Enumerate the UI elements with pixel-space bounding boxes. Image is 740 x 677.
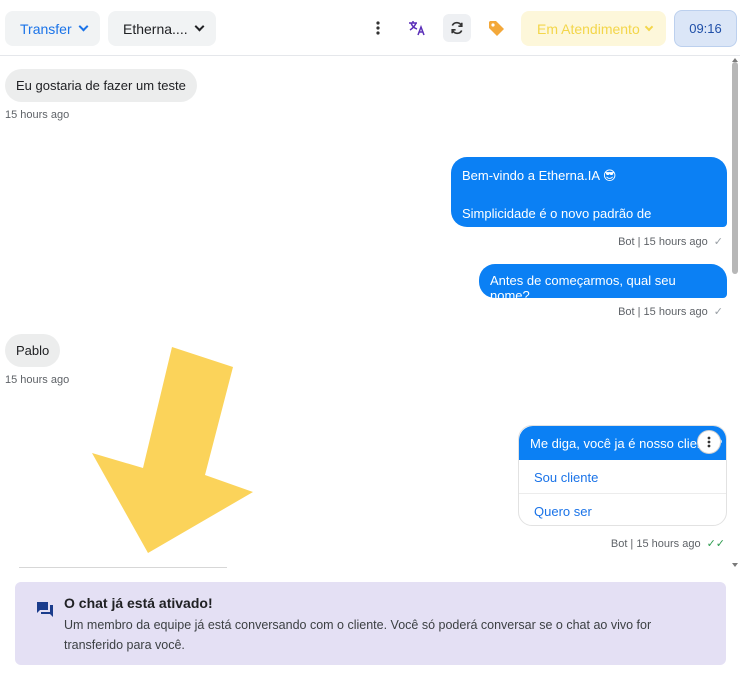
notice-body: Um membro da equipe já está conversando … bbox=[64, 618, 652, 652]
more-vert-icon[interactable] bbox=[697, 430, 721, 454]
timer-button[interactable]: 09:16 bbox=[674, 10, 737, 47]
message-outgoing: Bem-vindo a Etherna.IA 😎 Simplicidade é … bbox=[451, 157, 727, 240]
message-text: Antes de começarmos, qual seu nome? bbox=[490, 273, 676, 303]
channel-label: Etherna.... bbox=[123, 20, 188, 37]
divider bbox=[19, 567, 227, 568]
notice-title: O chat já está ativado! bbox=[64, 595, 213, 611]
message-meta: Bot | 15 hours ago ✓ bbox=[618, 305, 723, 319]
chat-active-notice: O chat já está ativado! Um membro da equ… bbox=[15, 582, 726, 665]
message-text: Me diga, você ja é nosso cliente? bbox=[530, 436, 723, 451]
message-text: Pablo bbox=[16, 343, 50, 358]
message-timestamp: 15 hours ago bbox=[5, 109, 70, 121]
double-check-icon: ✓✓ bbox=[706, 538, 725, 550]
message-sender-time: Bot | 15 hours ago bbox=[618, 235, 708, 248]
message-text: Eu gostaria de fazer um teste bbox=[16, 78, 186, 93]
forum-icon bbox=[37, 602, 53, 617]
message-sender-time: Bot | 15 hours ago bbox=[610, 537, 701, 550]
transfer-label: Transfer bbox=[20, 20, 72, 37]
channel-select[interactable]: Etherna.... bbox=[108, 11, 216, 46]
translate-icon[interactable] bbox=[403, 14, 431, 42]
quick-reply-option[interactable]: Quero ser bbox=[519, 494, 726, 525]
chevron-down-icon bbox=[644, 22, 653, 31]
tag-icon[interactable] bbox=[482, 14, 510, 42]
status-label: Em Atendimento bbox=[537, 20, 640, 37]
message-incoming: Pablo bbox=[5, 334, 61, 367]
check-icon: ✓ bbox=[713, 236, 723, 248]
arrow-pointer-icon bbox=[92, 347, 253, 553]
message-sender-time: Bot | 15 hours ago bbox=[618, 305, 708, 318]
quick-reply-option[interactable]: Sou cliente bbox=[519, 460, 726, 494]
transfer-button[interactable]: Transfer bbox=[5, 11, 100, 46]
chevron-down-icon bbox=[78, 21, 89, 32]
message-incoming: Eu gostaria de fazer um teste bbox=[5, 69, 197, 102]
message-text: Bem-vindo a Etherna.IA 😎 bbox=[462, 168, 617, 183]
message-meta: Bot | 15 hours ago ✓ bbox=[618, 235, 723, 249]
message-outgoing: Antes de começarmos, qual seu nome? bbox=[479, 264, 727, 303]
timer-label: 09:16 bbox=[689, 21, 722, 36]
scrollbar-thumb[interactable] bbox=[732, 62, 738, 274]
message-quick-reply: Me diga, você ja é nosso cliente? Sou cl… bbox=[518, 425, 727, 526]
message-outgoing: Me diga, você ja é nosso cliente? bbox=[519, 426, 726, 460]
message-timestamp: 15 hours ago bbox=[5, 374, 70, 386]
chat-toolbar: Transfer Etherna.... Em Atendimento 09:1… bbox=[0, 0, 740, 56]
chevron-down-icon bbox=[194, 21, 205, 32]
message-meta: Bot | 15 hours ago ✓✓ bbox=[610, 537, 725, 551]
check-icon: ✓ bbox=[713, 306, 723, 318]
more-vert-icon[interactable] bbox=[364, 14, 392, 42]
status-select[interactable]: Em Atendimento bbox=[521, 11, 666, 46]
refresh-icon[interactable] bbox=[443, 14, 471, 42]
scroll-down-arrow[interactable] bbox=[732, 563, 738, 567]
